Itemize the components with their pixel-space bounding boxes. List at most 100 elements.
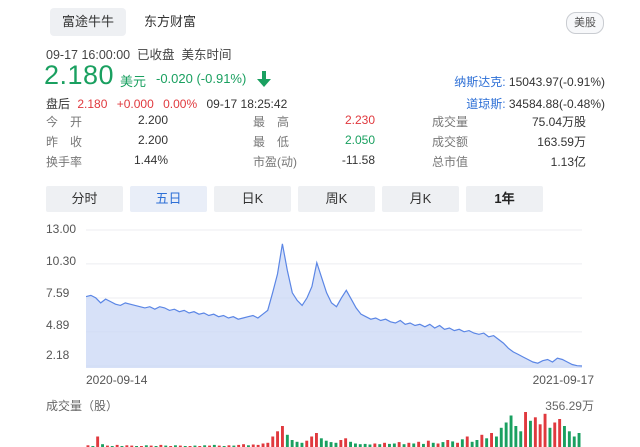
volume-bar bbox=[543, 413, 547, 447]
y-tick: 4.89 bbox=[46, 318, 70, 332]
period-tab[interactable]: 分时 bbox=[46, 186, 123, 212]
stat-label: 最 低 bbox=[253, 135, 290, 149]
price-chart[interactable] bbox=[86, 228, 582, 368]
period-tab[interactable]: 五日 bbox=[130, 186, 207, 212]
volume-bar bbox=[310, 436, 314, 447]
volume-bar bbox=[553, 422, 557, 447]
after-hours-line: 盘后 2.180 +0.000 0.00% 09-17 18:25:42 bbox=[46, 95, 287, 112]
volume-bar bbox=[519, 431, 523, 447]
volume-bar bbox=[329, 442, 333, 447]
stat-label: 成交额 bbox=[432, 135, 469, 149]
after-hours-change: +0.000 bbox=[116, 97, 154, 111]
volume-bar bbox=[446, 440, 450, 447]
volume-bar bbox=[271, 436, 275, 447]
volume-bar bbox=[538, 424, 542, 447]
index-name[interactable]: 道琼斯: bbox=[466, 97, 505, 111]
volume-bar bbox=[324, 440, 328, 447]
volume-bar bbox=[558, 419, 562, 447]
volume-bar bbox=[456, 442, 459, 447]
volume-bar bbox=[349, 441, 352, 447]
volume-bar bbox=[533, 417, 537, 447]
index-dow[interactable]: 道琼斯: 34584.88(-0.48%) bbox=[466, 95, 605, 112]
volume-bar bbox=[295, 441, 299, 447]
down-arrow-icon bbox=[257, 71, 271, 87]
index-value: 34584.88(-0.48%) bbox=[508, 97, 605, 111]
volume-bar bbox=[465, 436, 469, 447]
stat-value: 163.59万 bbox=[537, 135, 586, 149]
y-tick: 10.30 bbox=[46, 254, 77, 268]
stat-label: 成交量 bbox=[432, 115, 469, 129]
market-badge: 美股 bbox=[566, 12, 604, 34]
last-price: 2.180 bbox=[44, 60, 115, 90]
volume-chart[interactable] bbox=[86, 412, 582, 447]
stat-label: 最 高 bbox=[253, 115, 290, 129]
tab-eastmoney[interactable]: 东方财富 bbox=[132, 8, 208, 36]
stat-label: 换手率 bbox=[46, 155, 83, 169]
volume-bar bbox=[509, 415, 513, 447]
volume-bar bbox=[290, 440, 294, 447]
volume-bar bbox=[305, 440, 309, 447]
volume-bar bbox=[412, 443, 416, 447]
volume-bar bbox=[441, 442, 445, 447]
volume-bar bbox=[470, 441, 474, 447]
y-tick: 7.59 bbox=[46, 286, 70, 300]
volume-bar bbox=[460, 439, 464, 447]
price-area bbox=[86, 243, 582, 368]
stat-value: 1.44% bbox=[133, 153, 168, 167]
volume-bar bbox=[499, 427, 503, 447]
volume-bar bbox=[514, 426, 518, 447]
volume-bar bbox=[490, 433, 493, 447]
volume-bar bbox=[407, 442, 411, 447]
volume-bar bbox=[354, 443, 357, 447]
volume-bar bbox=[451, 441, 455, 447]
volume-bar bbox=[529, 420, 532, 447]
volume-bar bbox=[504, 422, 508, 447]
x-tick-start: 2020-09-14 bbox=[86, 373, 148, 387]
period-tabs: 分时 五日 日K 周K 月K 1年 bbox=[46, 186, 584, 212]
stat-value: 1.13亿 bbox=[550, 155, 586, 169]
volume-bar bbox=[485, 438, 489, 447]
index-name[interactable]: 纳斯达克: bbox=[454, 75, 505, 89]
after-hours-percent: 0.00% bbox=[163, 97, 198, 111]
volume-bar bbox=[319, 438, 323, 447]
x-tick-end: 2021-09-17 bbox=[532, 373, 594, 387]
volume-bar bbox=[300, 442, 304, 447]
price-change: -0.020 (-0.91%) bbox=[156, 71, 247, 86]
currency-label: 美元 bbox=[120, 74, 147, 89]
period-tab[interactable]: 日K bbox=[214, 186, 291, 212]
period-tab[interactable]: 1年 bbox=[466, 186, 543, 212]
index-value: 15043.97(-0.91%) bbox=[508, 75, 605, 89]
volume-bar bbox=[261, 443, 265, 447]
period-tab[interactable]: 周K bbox=[298, 186, 375, 212]
stat-label: 市盈(动) bbox=[253, 155, 297, 169]
volume-bar bbox=[315, 433, 318, 447]
volume-bar bbox=[577, 433, 581, 447]
volume-bar bbox=[96, 436, 100, 447]
after-hours-time: 09-17 18:25:42 bbox=[206, 97, 288, 111]
stat-label: 今 开 bbox=[46, 115, 83, 129]
volume-bar bbox=[572, 436, 576, 447]
volume-bar bbox=[548, 427, 552, 447]
stat-value: -11.58 bbox=[341, 153, 375, 167]
volume-bar bbox=[495, 436, 498, 447]
volume-bar bbox=[431, 442, 435, 447]
volume-bar bbox=[339, 440, 343, 447]
stat-label: 总市值 bbox=[432, 155, 469, 169]
y-tick: 13.00 bbox=[46, 222, 77, 236]
period-tab[interactable]: 月K bbox=[382, 186, 459, 212]
volume-bar bbox=[266, 442, 270, 447]
stat-label: 昨 收 bbox=[46, 135, 83, 149]
volume-bar bbox=[373, 443, 377, 447]
volume-bar bbox=[567, 431, 571, 447]
stat-value: 2.050 bbox=[344, 133, 375, 147]
stat-value: 2.200 bbox=[137, 113, 168, 127]
volume-bar bbox=[417, 441, 421, 447]
volume-bar bbox=[276, 431, 279, 447]
index-nasdaq[interactable]: 纳斯达克: 15043.97(-0.91%) bbox=[454, 73, 605, 90]
after-hours-label: 盘后 bbox=[46, 97, 71, 111]
volume-bar bbox=[383, 442, 386, 447]
tab-futu[interactable]: 富途牛牛 bbox=[50, 8, 127, 36]
after-hours-price: 2.180 bbox=[77, 97, 108, 111]
volume-bar bbox=[475, 440, 479, 447]
stat-value: 2.200 bbox=[137, 133, 168, 147]
